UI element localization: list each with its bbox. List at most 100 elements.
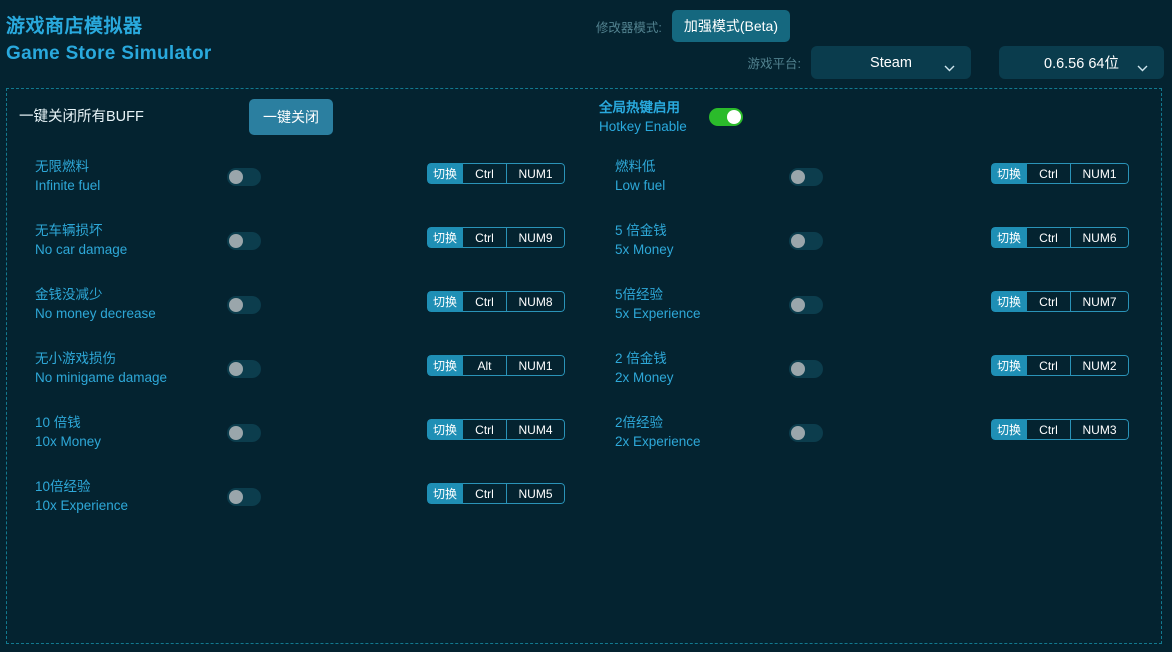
cheat-label-cn: 5倍经验 bbox=[615, 285, 701, 304]
cheat-hotkey-key: NUM2 bbox=[1071, 355, 1129, 376]
cheat-label-en: 10x Money bbox=[35, 432, 101, 451]
cheat-label-en: No money decrease bbox=[35, 304, 156, 323]
cheat-label-cn: 2 倍金钱 bbox=[615, 349, 674, 368]
cheat-toggle[interactable] bbox=[789, 232, 823, 250]
cheat-hotkey-key: NUM1 bbox=[1071, 163, 1129, 184]
cheat-hotkey-key: NUM6 bbox=[1071, 227, 1129, 248]
cheat-hotkey[interactable]: 切换CtrlNUM8 bbox=[427, 291, 565, 312]
cheat-row: 10 倍钱10x Money 切换CtrlNUM4 bbox=[19, 405, 585, 469]
hotkey-enable-label-en: Hotkey Enable bbox=[599, 117, 687, 136]
cheat-hotkey-modifier: Ctrl bbox=[1027, 419, 1071, 440]
cheat-labels: 5倍经验5x Experience bbox=[615, 285, 701, 323]
app-title-en: Game Store Simulator bbox=[6, 40, 212, 68]
cheat-hotkey[interactable]: 切换CtrlNUM4 bbox=[427, 419, 565, 440]
cheat-toggle[interactable] bbox=[227, 296, 261, 314]
cheat-hotkey-action: 切换 bbox=[427, 163, 463, 184]
version-select[interactable]: 0.6.56 64位 bbox=[999, 46, 1164, 79]
header-controls: 修改器模式: 加强模式(Beta) 游戏平台: Steam 0.6.56 64位 bbox=[564, 10, 1164, 84]
cheat-label-en: 10x Experience bbox=[35, 496, 128, 515]
cheat-label-cn: 无车辆损坏 bbox=[35, 221, 127, 240]
cheat-labels: 无小游戏损伤No minigame damage bbox=[35, 349, 167, 387]
cheat-labels: 无车辆损坏No car damage bbox=[35, 221, 127, 259]
cheat-toggle[interactable] bbox=[227, 424, 261, 442]
cheat-toggle[interactable] bbox=[227, 168, 261, 186]
trainer-window: 游戏商店模拟器 Game Store Simulator 修改器模式: 加强模式… bbox=[0, 0, 1172, 652]
cheat-label-cn: 无限燃料 bbox=[35, 157, 100, 176]
cheat-hotkey[interactable]: 切换CtrlNUM2 bbox=[991, 355, 1129, 376]
trainer-mode-label: 修改器模式: bbox=[596, 17, 662, 36]
cheat-hotkey-modifier: Ctrl bbox=[463, 419, 507, 440]
cheat-hotkey-key: NUM5 bbox=[507, 483, 565, 504]
cheat-row: 10倍经验10x Experience 切换CtrlNUM5 bbox=[19, 469, 585, 533]
trainer-mode-row: 修改器模式: 加强模式(Beta) bbox=[596, 10, 790, 42]
cheat-row: 无限燃料Infinite fuel切换CtrlNUM1 bbox=[19, 149, 585, 213]
cheat-toggle-wrap bbox=[227, 424, 261, 442]
cheat-toggle[interactable] bbox=[789, 296, 823, 314]
cheats-column-left: 无限燃料Infinite fuel切换CtrlNUM1无车辆损坏No car d… bbox=[19, 149, 585, 533]
cheats-panel: 一键关闭所有BUFF 一键关闭 全局热键启用 Hotkey Enable 无限燃… bbox=[6, 88, 1162, 644]
cheat-hotkey-action: 切换 bbox=[991, 163, 1027, 184]
platform-select-value: Steam bbox=[870, 55, 912, 71]
cheat-hotkey[interactable]: 切换CtrlNUM7 bbox=[991, 291, 1129, 312]
hotkey-enable-labels: 全局热键启用 Hotkey Enable bbox=[599, 98, 687, 136]
cheat-hotkey-action: 切换 bbox=[427, 483, 463, 504]
cheat-toggle-wrap bbox=[227, 488, 261, 506]
cheat-hotkey-modifier: Ctrl bbox=[463, 163, 507, 184]
header: 游戏商店模拟器 Game Store Simulator 修改器模式: 加强模式… bbox=[0, 0, 1172, 88]
cheat-row: 无车辆损坏No car damage 切换CtrlNUM9 bbox=[19, 213, 585, 277]
platform-select[interactable]: Steam bbox=[811, 46, 971, 79]
trainer-mode-button[interactable]: 加强模式(Beta) bbox=[672, 10, 790, 42]
cheat-label-en: 2x Money bbox=[615, 368, 674, 387]
cheat-label-en: Low fuel bbox=[615, 176, 665, 195]
version-select-value: 0.6.56 64位 bbox=[1044, 52, 1119, 73]
platform-row: 游戏平台: Steam 0.6.56 64位 bbox=[748, 46, 1164, 79]
cheat-toggle[interactable] bbox=[227, 488, 261, 506]
cheat-hotkey-modifier: Alt bbox=[463, 355, 507, 376]
cheat-hotkey-action: 切换 bbox=[991, 355, 1027, 376]
chevron-down-icon bbox=[1137, 59, 1148, 66]
cheat-toggle[interactable] bbox=[789, 424, 823, 442]
cheat-hotkey[interactable]: 切换CtrlNUM1 bbox=[427, 163, 565, 184]
hotkey-enable-toggle-wrap bbox=[709, 108, 743, 126]
cheat-row: 金钱没减少No money decrease 切换CtrlNUM8 bbox=[19, 277, 585, 341]
cheat-hotkey[interactable]: 切换CtrlNUM6 bbox=[991, 227, 1129, 248]
cheat-toggle[interactable] bbox=[789, 360, 823, 378]
toggle-knob bbox=[791, 234, 805, 248]
cheat-row: 2 倍金钱2x Money 切换CtrlNUM2 bbox=[599, 341, 1165, 405]
cheat-toggle-wrap bbox=[789, 296, 823, 314]
cheat-hotkey[interactable]: 切换CtrlNUM3 bbox=[991, 419, 1129, 440]
close-all-button[interactable]: 一键关闭 bbox=[249, 99, 333, 135]
cheat-row: 5倍经验5x Experience 切换CtrlNUM7 bbox=[599, 277, 1165, 341]
cheat-hotkey-action: 切换 bbox=[427, 355, 463, 376]
cheat-labels: 10倍经验10x Experience bbox=[35, 477, 128, 515]
cheat-label-en: 2x Experience bbox=[615, 432, 701, 451]
cheat-toggle[interactable] bbox=[227, 232, 261, 250]
cheat-hotkey-action: 切换 bbox=[427, 419, 463, 440]
cheat-labels: 10 倍钱10x Money bbox=[35, 413, 101, 451]
hotkey-enable-toggle[interactable] bbox=[709, 108, 743, 126]
cheat-hotkey[interactable]: 切换CtrlNUM5 bbox=[427, 483, 565, 504]
cheat-toggle[interactable] bbox=[227, 360, 261, 378]
cheat-toggle[interactable] bbox=[789, 168, 823, 186]
cheat-hotkey[interactable]: 切换AltNUM1 bbox=[427, 355, 565, 376]
toggle-knob bbox=[791, 298, 805, 312]
toggle-knob bbox=[727, 110, 741, 124]
close-all-label: 一键关闭所有BUFF bbox=[19, 105, 144, 126]
cheat-row: 2倍经验2x Experience 切换CtrlNUM3 bbox=[599, 405, 1165, 469]
toggle-knob bbox=[229, 170, 243, 184]
cheat-hotkey-action: 切换 bbox=[427, 291, 463, 312]
toggle-knob bbox=[229, 234, 243, 248]
cheat-hotkey-key: NUM4 bbox=[507, 419, 565, 440]
cheat-toggle-wrap bbox=[227, 168, 261, 186]
app-title-cn: 游戏商店模拟器 bbox=[6, 14, 212, 40]
app-title: 游戏商店模拟器 Game Store Simulator bbox=[6, 14, 212, 68]
cheat-label-cn: 2倍经验 bbox=[615, 413, 701, 432]
cheat-labels: 金钱没减少No money decrease bbox=[35, 285, 156, 323]
toggle-knob bbox=[791, 170, 805, 184]
cheat-hotkey-modifier: Ctrl bbox=[1027, 163, 1071, 184]
hotkey-enable-label-cn: 全局热键启用 bbox=[599, 98, 687, 117]
cheat-hotkey[interactable]: 切换CtrlNUM9 bbox=[427, 227, 565, 248]
cheat-label-en: No minigame damage bbox=[35, 368, 167, 387]
cheat-row: 5 倍金钱5x Money切换CtrlNUM6 bbox=[599, 213, 1165, 277]
cheat-hotkey[interactable]: 切换CtrlNUM1 bbox=[991, 163, 1129, 184]
